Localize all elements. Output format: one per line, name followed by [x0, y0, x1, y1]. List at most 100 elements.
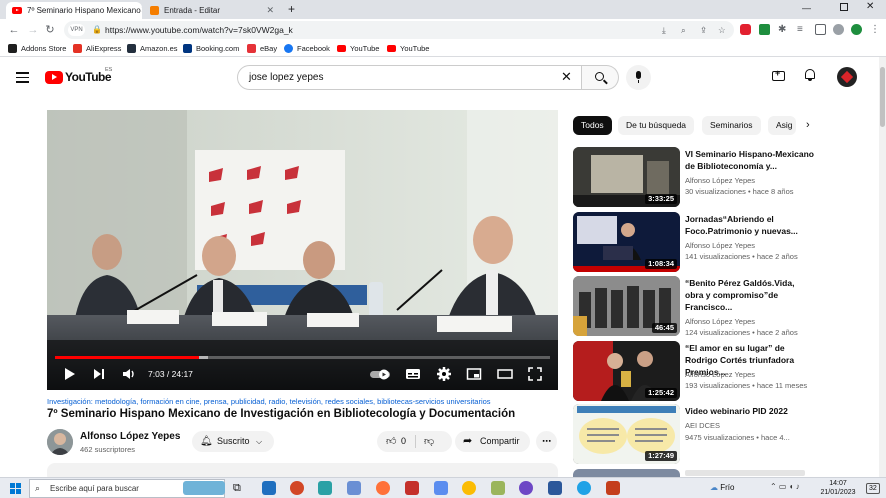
video-frame[interactable]: [47, 110, 558, 390]
close-icon[interactable]: ✕: [266, 5, 274, 16]
recommendation-item[interactable]: 3:33:25 VI Seminario Hispano-Mexicano de…: [573, 147, 818, 207]
channel-name[interactable]: Alfonso López Yepes: [685, 176, 755, 185]
bookmark-youtube-2[interactable]: YouTube: [387, 43, 429, 54]
app-red-icon[interactable]: [606, 481, 620, 495]
bookmark-facebook[interactable]: Facebook: [284, 43, 330, 54]
window-close-icon[interactable]: ✕: [866, 1, 874, 12]
powerpoint-icon[interactable]: [290, 481, 304, 495]
voice-search-button[interactable]: [626, 65, 651, 90]
clock[interactable]: 14:07 21/01/2023: [818, 479, 858, 497]
video-title[interactable]: “Benito Pérez Galdós.Vida, obra y compro…: [685, 277, 815, 313]
channel-name[interactable]: AEI DCES: [685, 421, 720, 430]
lock-icon[interactable]: 🔒: [92, 21, 102, 39]
like-button[interactable]: 👍︎: [386, 431, 396, 452]
video-title[interactable]: VI Seminario Hispano-Mexicano de Bibliot…: [685, 148, 815, 172]
menu-icon[interactable]: [16, 72, 29, 86]
video-thumbnail[interactable]: 46:45: [573, 276, 680, 336]
volume-button[interactable]: [121, 366, 137, 382]
autoplay-toggle[interactable]: [369, 366, 393, 382]
video-thumbnail[interactable]: 1:27:49: [573, 404, 680, 464]
video-thumbnail[interactable]: 1:08:34: [573, 212, 680, 272]
zoom-icon[interactable]: ⌕: [681, 21, 686, 39]
bookmark-ebay[interactable]: eBay: [247, 43, 277, 54]
avatar[interactable]: [837, 67, 857, 87]
bookmark-star-icon[interactable]: ☆: [718, 21, 726, 39]
chrome-icon[interactable]: [462, 481, 476, 495]
channel-name[interactable]: Alfonso López Yepes: [80, 431, 180, 442]
video-player[interactable]: 7:03 / 24:17: [47, 110, 558, 390]
video-thumbnail[interactable]: 3:33:25: [573, 147, 680, 207]
acrobat-icon[interactable]: [405, 481, 419, 495]
share-button[interactable]: ➦ Compartir: [455, 431, 530, 452]
channel-name[interactable]: Alfonso López Yepes: [685, 241, 755, 250]
menu-kebab-icon[interactable]: ⋮: [870, 24, 881, 35]
chip-de-tu-busqueda[interactable]: De tu búsqueda: [618, 116, 695, 135]
back-icon[interactable]: ←: [7, 23, 21, 37]
install-icon[interactable]: ⤓: [662, 21, 666, 39]
play-button[interactable]: [63, 366, 77, 382]
video-title[interactable]: Jornadas“Abriendo el Foco.Patrimonio y n…: [685, 213, 815, 237]
tab-youtube[interactable]: 7º Seminario Hispano Mexicano ✕: [6, 2, 142, 19]
recommendation-item[interactable]: 1:27:49 Video webinario PID 2022 AEI DCE…: [573, 404, 818, 464]
word-icon[interactable]: [548, 481, 562, 495]
sidepanel-icon[interactable]: [815, 24, 826, 35]
share-page-icon[interactable]: ⇪: [700, 21, 707, 39]
recommendation-item[interactable]: 1:08:34 Jornadas“Abriendo el Foco.Patrim…: [573, 212, 818, 272]
video-hashtags[interactable]: Investigación: metodología, formación en…: [47, 397, 491, 406]
tab-search-icon[interactable]: ≡: [797, 24, 808, 35]
bookmark-aliexpress[interactable]: AliExpress: [73, 43, 121, 54]
translate-extension-icon[interactable]: [759, 24, 770, 35]
video-title[interactable]: Video webinario PID 2022: [685, 405, 815, 417]
search-highlight-icon[interactable]: [183, 481, 225, 495]
tab-blogger[interactable]: Entrada - Editar ✕: [144, 2, 280, 19]
bookmark-booking[interactable]: Booking.com: [183, 43, 239, 54]
app-blue-icon[interactable]: [434, 481, 448, 495]
youtube-logo[interactable]: YouTube: [45, 70, 112, 84]
edge-icon[interactable]: [577, 481, 591, 495]
recommendation-item[interactable]: 1:25:42 “El amor en su lugar” de Rodrigo…: [573, 341, 818, 401]
search-input[interactable]: jose lopez yepes: [237, 65, 582, 90]
notification-count[interactable]: 32: [866, 483, 880, 494]
progress-played[interactable]: [55, 356, 199, 359]
video-thumbnail[interactable]: 1:25:42: [573, 341, 680, 401]
create-video-icon[interactable]: [772, 68, 785, 81]
bookmark-amazon[interactable]: Amazon.es: [127, 43, 178, 54]
app-l-icon[interactable]: [318, 481, 332, 495]
more-actions-button[interactable]: ⋯: [536, 431, 557, 452]
bookmark-youtube[interactable]: YouTube: [337, 43, 379, 54]
subscribed-button[interactable]: 🔔︎ Suscrito ⌵: [192, 431, 274, 452]
notifications-bell-icon[interactable]: [804, 69, 816, 82]
firefox-icon[interactable]: [376, 481, 390, 495]
recommendation-item[interactable]: 46:45 “Benito Pérez Galdós.Vida, obra y …: [573, 276, 818, 337]
subtitles-button[interactable]: [405, 366, 421, 382]
new-tab-button[interactable]: +: [288, 2, 295, 17]
fullscreen-button[interactable]: [527, 366, 543, 382]
vpn-icon[interactable]: VPN: [68, 24, 85, 36]
close-icon[interactable]: ✕: [141, 5, 142, 16]
chevron-right-icon[interactable]: ›: [806, 119, 810, 131]
app-green-icon[interactable]: [491, 481, 505, 495]
url-text[interactable]: https://www.youtube.com/watch?v=7sk0VW2g…: [105, 21, 293, 39]
chip-todos[interactable]: Todos: [573, 116, 612, 135]
store-icon[interactable]: [262, 481, 276, 495]
channel-avatar[interactable]: [47, 429, 73, 455]
forward-icon[interactable]: →: [26, 23, 40, 37]
app-purple-icon[interactable]: [519, 481, 533, 495]
miniplayer-button[interactable]: [466, 366, 482, 382]
next-button[interactable]: [92, 366, 106, 382]
maximize-icon[interactable]: [840, 3, 848, 11]
clear-search-icon[interactable]: ✕: [561, 70, 572, 84]
minimize-icon[interactable]: —: [802, 3, 811, 13]
chip-asig[interactable]: Asig: [768, 116, 796, 135]
chip-seminarios[interactable]: Seminarios: [702, 116, 761, 135]
mail-icon[interactable]: [347, 481, 361, 495]
weather-widget[interactable]: ☁ Frío: [710, 483, 734, 492]
page-scrollbar[interactable]: [879, 57, 886, 477]
video-thumbnail[interactable]: [573, 469, 680, 477]
reload-icon[interactable]: ↻: [43, 23, 57, 37]
windows-start-icon[interactable]: [10, 483, 21, 494]
shield-extension-icon[interactable]: [740, 24, 751, 35]
settings-button[interactable]: [436, 366, 452, 382]
bookmark-addons-store[interactable]: Addons Store: [8, 43, 66, 54]
theater-mode-button[interactable]: [497, 366, 513, 382]
